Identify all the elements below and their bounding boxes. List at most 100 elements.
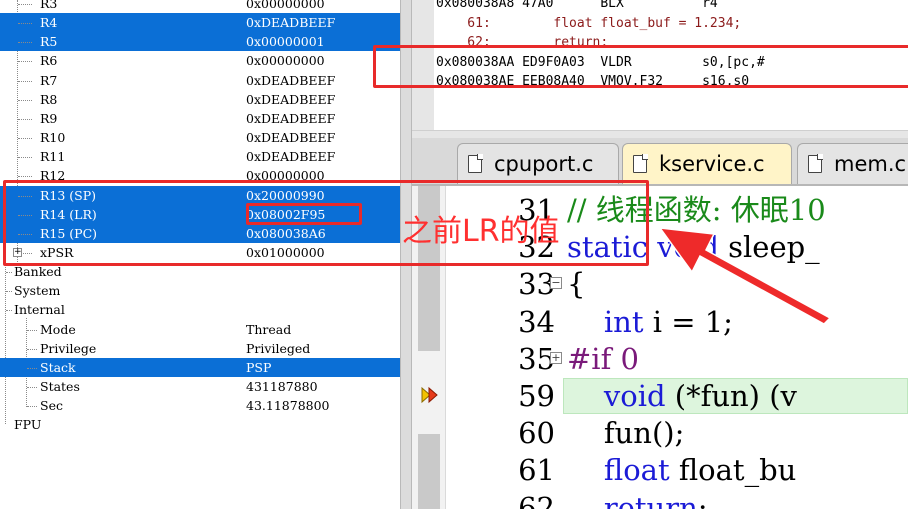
register-group-banked[interactable]: Banked	[0, 262, 400, 281]
register-value[interactable]: PSP	[246, 358, 271, 377]
disassembly-source-line[interactable]: 62: return;	[436, 33, 608, 52]
register-row[interactable]: R9 0xDEADBEEF	[0, 109, 400, 128]
code-line[interactable]: 35 + #if 0	[412, 341, 908, 378]
annotation-arrow-icon	[658, 227, 832, 325]
register-name: Mode	[40, 321, 76, 337]
panel-splitter[interactable]	[400, 0, 412, 509]
line-number: 60	[518, 416, 555, 451]
disassembly-instruction[interactable]: 0x080038A8 47A0 BLX r4	[436, 0, 718, 13]
tree-guide	[18, 176, 32, 178]
register-group-system[interactable]: System	[0, 281, 400, 300]
register-name: R9	[40, 110, 58, 126]
expand-xpsr-icon[interactable]: +	[13, 247, 22, 257]
register-row[interactable]: Mode Thread	[0, 320, 400, 339]
register-row[interactable]: R13 (SP) 0x20000990	[0, 185, 400, 205]
tree-guide	[27, 387, 37, 388]
disassembly-horizontal-scrollbar[interactable]	[412, 130, 908, 138]
tree-guide	[18, 99, 32, 101]
code-text: #if 0	[567, 341, 639, 378]
register-row[interactable]: xPSR 0x01000000	[0, 243, 400, 262]
register-value[interactable]: 0xDEADBEEF	[246, 13, 335, 32]
register-value[interactable]: 431187880	[246, 377, 318, 396]
register-row[interactable]: R5 0x00000001	[0, 32, 400, 52]
register-row[interactable]: Sec 43.11878800	[0, 396, 400, 415]
code-text: fun();	[567, 415, 685, 452]
register-value[interactable]: 0x20000990	[246, 186, 325, 205]
register-row[interactable]: R7 0xDEADBEEF	[0, 71, 400, 90]
register-row[interactable]: Privilege Privileged	[0, 339, 400, 358]
fold-collapse-icon[interactable]: −	[550, 277, 562, 290]
register-value[interactable]: Privileged	[246, 339, 310, 358]
register-row[interactable]: R8 0xDEADBEEF	[0, 90, 400, 109]
code-token: fun();	[567, 416, 685, 451]
tree-guide	[6, 291, 12, 293]
disassembly-instruction[interactable]: 0x080038AA ED9F0A03 VLDR s0,[pc,#	[436, 53, 765, 72]
line-number: 59	[518, 379, 555, 413]
disassembly-source-line[interactable]: 61: float float_buf = 1.234;	[436, 14, 741, 33]
code-line[interactable]: 62 return;	[412, 490, 908, 509]
tree-guide	[27, 329, 37, 331]
register-group-internal[interactable]: Internal	[0, 300, 400, 319]
register-name: R11	[40, 149, 66, 165]
register-value[interactable]: 0x08002F95	[246, 205, 325, 224]
editor-tab[interactable]: cpuport.c	[457, 143, 619, 184]
register-value[interactable]: 0xDEADBEEF	[246, 90, 335, 109]
fold-expand-icon[interactable]: +	[550, 351, 562, 364]
register-group-label: Banked	[14, 264, 62, 280]
code-line[interactable]: 60 fun();	[412, 415, 908, 452]
register-value[interactable]: 43.11878800	[246, 396, 330, 415]
code-token: float	[603, 453, 670, 488]
register-row[interactable]: R10 0xDEADBEEF	[0, 128, 400, 147]
editor-tab-label: mem.c	[834, 152, 907, 176]
register-value[interactable]: 0x00000000	[246, 166, 325, 185]
register-row[interactable]: States 431187880	[0, 377, 400, 396]
register-row[interactable]: Stack PSP	[0, 357, 400, 377]
tree-guide	[18, 214, 32, 216]
editor-tab-label: kservice.c	[659, 152, 765, 176]
disassembly-instruction[interactable]: 0x080038AE EEB08A40 VMOV.F32 s16,s0	[436, 72, 749, 91]
register-value[interactable]: 0x00000001	[246, 32, 325, 51]
file-icon	[468, 154, 483, 173]
register-name: Stack	[40, 359, 76, 375]
register-value[interactable]: 0xDEADBEEF	[246, 109, 335, 128]
register-row[interactable]: R6 0x00000000	[0, 51, 400, 70]
tree-guide	[18, 118, 32, 120]
code-text: return;	[567, 490, 708, 509]
register-value[interactable]: 0xDEADBEEF	[246, 71, 335, 90]
editor-tab-bar: cpuport.c kservice.c mem.c	[412, 138, 908, 186]
register-row[interactable]: R15 (PC) 0x080038A6	[0, 223, 400, 243]
register-name: R15 (PC)	[40, 225, 98, 241]
register-name: R3	[40, 0, 58, 11]
tree-guide	[18, 195, 32, 197]
register-name: States	[40, 379, 80, 394]
register-row[interactable]: R14 (LR) 0x08002F95	[0, 204, 400, 224]
annotation-label: 之前LR的值	[402, 214, 560, 249]
tree-guide	[18, 157, 32, 159]
register-group-fpu[interactable]: FPU	[0, 415, 400, 434]
register-name: Sec	[40, 398, 63, 414]
register-value[interactable]: 0x00000000	[246, 0, 325, 13]
register-value[interactable]: 0xDEADBEEF	[246, 147, 335, 166]
tree-guide	[18, 4, 32, 5]
code-line[interactable]: 61 float float_bu	[412, 452, 908, 489]
code-token: (*fun) (v	[665, 379, 797, 413]
code-line[interactable]: 59 void (*fun) (v	[412, 378, 908, 415]
editor-tab[interactable]: mem.c	[797, 143, 908, 184]
register-row[interactable]: R3 0x00000000	[0, 0, 400, 13]
register-value[interactable]: Thread	[246, 320, 291, 339]
disassembly-gutter	[412, 0, 434, 130]
tree-guide	[6, 310, 12, 312]
register-value[interactable]: 0x00000000	[246, 51, 325, 70]
tree-guide	[18, 80, 32, 82]
register-row[interactable]: R4 0xDEADBEEF	[0, 13, 400, 33]
register-value[interactable]: 0x01000000	[246, 243, 325, 262]
register-group-label: System	[14, 283, 61, 299]
register-row[interactable]: R12 0x00000000	[0, 166, 400, 185]
register-value[interactable]: 0x080038A6	[246, 224, 326, 243]
code-text: float float_bu	[567, 452, 796, 489]
register-value[interactable]: 0xDEADBEEF	[246, 128, 335, 147]
register-row[interactable]: R11 0xDEADBEEF	[0, 147, 400, 166]
editor-tab[interactable]: kservice.c	[622, 143, 792, 184]
